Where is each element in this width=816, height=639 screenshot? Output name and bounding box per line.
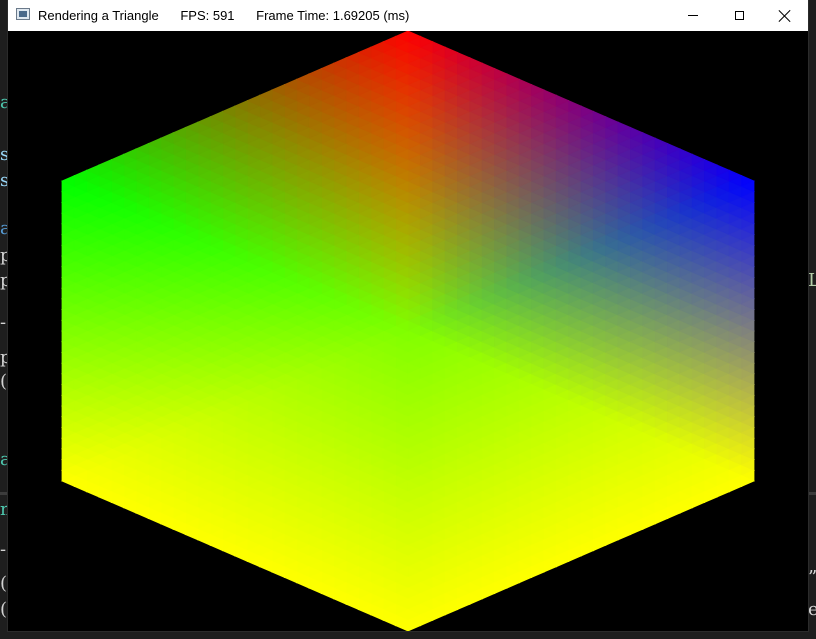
- hexagon-render: [60, 31, 756, 631]
- maximize-button[interactable]: [716, 0, 762, 31]
- minimize-button[interactable]: [670, 0, 716, 31]
- frame-time-readout: Frame Time: 1.69205 (ms): [256, 8, 410, 23]
- window-title-name: Rendering a Triangle: [38, 8, 159, 23]
- title-bar[interactable]: Rendering a Triangle FPS: 591 Frame Time…: [8, 0, 808, 31]
- fps-readout: FPS: 591: [180, 8, 235, 23]
- render-viewport[interactable]: [8, 31, 808, 631]
- close-icon: [779, 10, 791, 22]
- code-glyph: -: [0, 312, 7, 333]
- code-glyph: (: [0, 371, 8, 392]
- app-window-icon[interactable]: [16, 8, 30, 20]
- window-title: Rendering a Triangle FPS: 591 Frame Time…: [38, 8, 427, 23]
- code-glyph: (: [0, 573, 8, 594]
- minimize-icon: [688, 15, 698, 16]
- close-button[interactable]: [762, 0, 808, 31]
- maximize-icon: [734, 11, 744, 20]
- code-glyph: e: [808, 599, 816, 620]
- code-glyph: L: [808, 270, 816, 291]
- code-glyph: (: [0, 599, 8, 620]
- render-window: Rendering a Triangle FPS: 591 Frame Time…: [8, 0, 808, 631]
- code-glyph: ”: [808, 568, 816, 588]
- code-glyph: -: [0, 539, 7, 560]
- hexagon-fill: [60, 31, 756, 631]
